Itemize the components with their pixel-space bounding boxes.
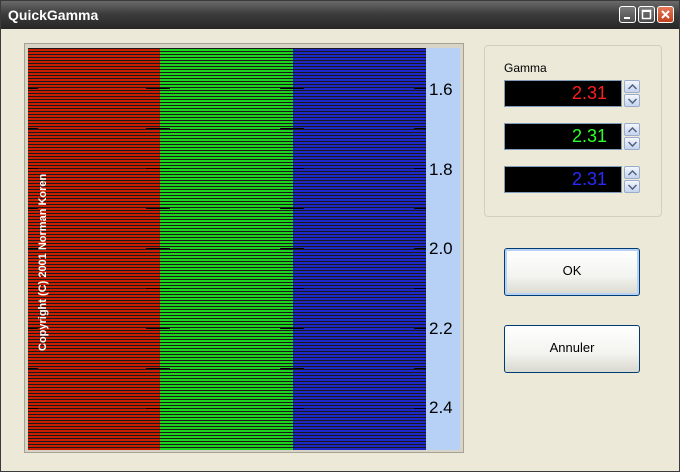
arrow-up-icon [628, 127, 637, 133]
scale-tick [28, 128, 38, 129]
minimize-icon [624, 17, 630, 19]
scale-tick [280, 88, 304, 89]
scale-label-2-0: 2.0 [429, 239, 453, 258]
scale-tick [280, 288, 304, 289]
scale-tick [414, 408, 426, 409]
gamma-label: Gamma [504, 61, 547, 75]
scale-tick [28, 408, 38, 409]
scale-tick [146, 168, 170, 169]
scale-tick [280, 128, 304, 129]
scale-tick [146, 408, 170, 409]
scale-tick [414, 168, 426, 169]
scale-tick [280, 368, 304, 369]
scale-tick [414, 248, 426, 249]
arrow-down-icon [628, 141, 637, 147]
red-gamma-display: 2.31 [504, 80, 622, 107]
quickgamma-window: QuickGamma 1.6 1.8 2.0 2.2 2.4 Copyright… [0, 0, 680, 472]
blue-gamma-up-button[interactable] [624, 166, 640, 179]
copyright-text: Copyright (C) 2001 Norman Koren [37, 173, 49, 351]
scale-tick [146, 128, 170, 129]
red-gamma-up-button[interactable] [624, 80, 640, 93]
scale-label-1-6: 1.6 [429, 80, 453, 99]
red-gamma-down-button[interactable] [624, 94, 640, 107]
green-gamma-down-button[interactable] [624, 137, 640, 150]
maximize-button[interactable] [638, 6, 655, 23]
arrow-up-icon [628, 84, 637, 90]
arrow-down-icon [628, 98, 637, 104]
scale-label-1-8: 1.8 [429, 160, 453, 179]
scale-label-2-2: 2.2 [429, 319, 453, 338]
cancel-button[interactable]: Annuler [504, 325, 640, 373]
scale-label-2-4: 2.4 [429, 398, 453, 417]
scale-tick [146, 328, 170, 329]
scale-tick [280, 408, 304, 409]
blue-gamma-down-button[interactable] [624, 180, 640, 193]
green-gamma-up-button[interactable] [624, 123, 640, 136]
ok-button[interactable]: OK [504, 248, 640, 296]
arrow-down-icon [628, 184, 637, 190]
scale-tick [146, 88, 170, 89]
scale-tick [414, 88, 426, 89]
close-icon [661, 10, 670, 19]
scale-tick [280, 248, 304, 249]
scale-tick [146, 248, 170, 249]
scale-tick [28, 88, 38, 89]
scale-tick [146, 368, 170, 369]
title-bar[interactable]: QuickGamma [1, 1, 679, 29]
blue-gamma-display: 2.31 [504, 166, 622, 193]
red-gamma-spinner[interactable] [624, 80, 640, 107]
maximize-icon [641, 9, 652, 20]
scale-tick [146, 208, 170, 209]
scale-tick [414, 208, 426, 209]
scale-tick [280, 328, 304, 329]
scale-tick [414, 328, 426, 329]
arrow-up-icon [628, 170, 637, 176]
scale-tick [414, 368, 426, 369]
minimize-button[interactable] [619, 6, 636, 23]
scale-tick [280, 208, 304, 209]
scale-tick [280, 168, 304, 169]
blue-gamma-spinner[interactable] [624, 166, 640, 193]
blue-gamma-band [293, 48, 426, 450]
scale-tick [28, 368, 38, 369]
scale-tick [146, 288, 170, 289]
green-gamma-band [160, 48, 293, 450]
window-title: QuickGamma [8, 7, 99, 23]
scale-tick [414, 288, 426, 289]
close-button[interactable] [657, 6, 674, 23]
green-gamma-display: 2.31 [504, 123, 622, 150]
scale-tick [414, 128, 426, 129]
green-gamma-spinner[interactable] [624, 123, 640, 150]
gamma-test-pattern: 1.6 1.8 2.0 2.2 2.4 [28, 48, 460, 450]
